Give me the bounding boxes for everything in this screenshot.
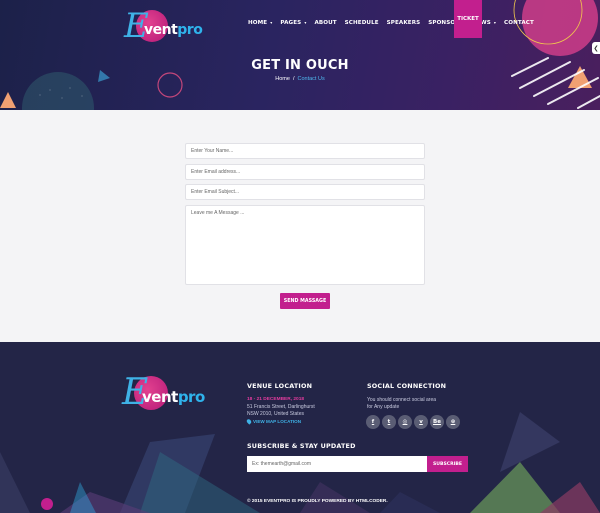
message-textarea[interactable] [185,204,425,285]
dribbble-icon[interactable]: ⊛ [446,415,460,429]
page-title: GET IN OUCH [251,58,349,73]
chevron-down-icon: ▾ [493,20,497,25]
venue-address: 51 Francis Street, Darlinghurst NSW 2010… [247,404,315,417]
send-message-button[interactable]: Send Massage [280,293,330,309]
breadcrumb-current: Contact Us [297,76,325,82]
venue-heading: Venue Location [247,382,313,390]
vimeo-icon[interactable]: v [414,415,428,429]
name-input[interactable] [185,143,425,159]
view-map-link[interactable]: View Map Location [245,418,301,425]
social-description: You should connect social area for Any u… [367,397,437,410]
main-navigation: Home ▾ Pages ▾ About Schedule Speakers S… [248,20,542,26]
contact-form: Send Massage [185,143,425,309]
site-logo[interactable]: E ventpro [124,6,203,46]
chevron-down-icon: ▾ [304,20,307,25]
event-date: 18 - 21 December, 2018 [247,397,305,402]
nav-item-contact[interactable]: Contact [504,20,534,26]
footer-logo[interactable]: E ventpro [122,372,205,414]
instagram-icon[interactable]: ◎ [398,415,412,429]
pin-icon [245,418,253,425]
chevron-left-icon: ❮ [593,45,599,52]
subject-input[interactable] [185,184,425,200]
nav-item-speakers[interactable]: Speakers [387,20,421,26]
hero-background-shapes [0,0,600,110]
subscribe-email-input[interactable] [247,456,427,472]
chevron-down-icon: ▾ [270,20,273,25]
footer-background-shapes [0,412,600,513]
facebook-icon[interactable]: f [366,415,380,429]
email-input[interactable] [185,163,425,180]
nav-item-about[interactable]: About [314,20,336,26]
breadcrumb: Home / Contact Us [0,76,600,82]
social-heading: Social Connection [367,382,447,390]
hero-header: E ventpro Home ▾ Pages ▾ About Schedule … [0,0,600,110]
ticket-button[interactable]: Ticket [454,0,482,38]
copyright-text: © 2015 EventPro is Proudly Powered by Ht… [247,499,388,504]
side-panel-toggle[interactable]: ❮ [592,42,600,54]
nav-item-home[interactable]: Home ▾ [248,20,272,26]
twitter-icon[interactable]: t [382,415,396,429]
breadcrumb-home-link[interactable]: Home [275,76,290,82]
subscribe-heading: Subscribe & Stay Updated [247,442,356,450]
logo-wordmark: ventpro [142,388,205,406]
nav-item-schedule[interactable]: Schedule [345,20,379,26]
subscribe-button[interactable]: Subscribe [427,456,468,472]
nav-item-pages[interactable]: Pages ▾ [280,20,306,26]
behance-icon[interactable]: Be [430,415,444,429]
logo-wordmark: ventpro [144,22,203,38]
site-footer: E ventpro Venue Location 18 - 21 Decembe… [0,342,600,513]
social-links: f t ◎ v Be ⊛ [366,415,460,429]
breadcrumb-separator: / [292,76,295,82]
